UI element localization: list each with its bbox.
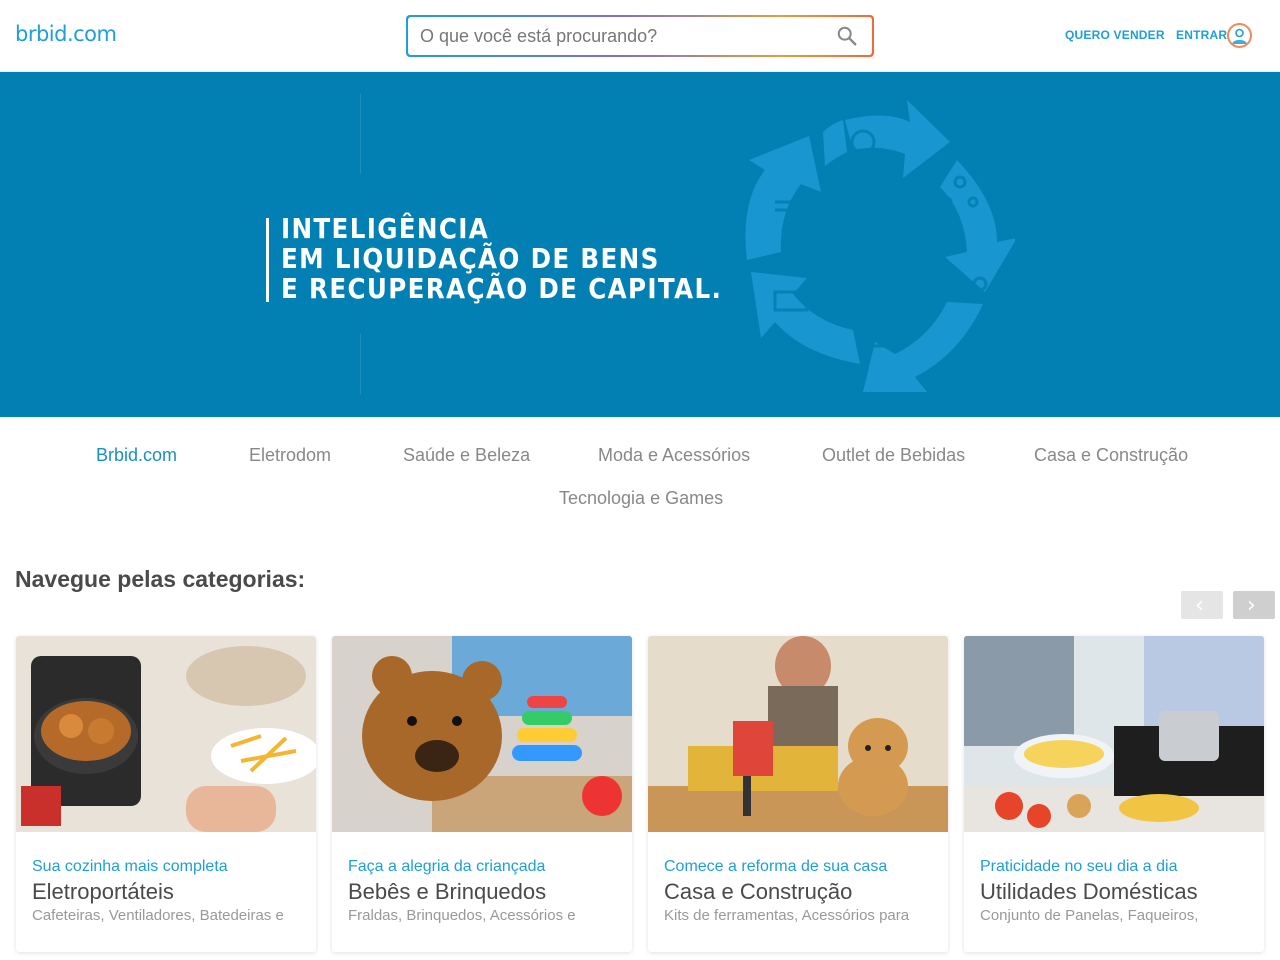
- card-title: Eletroportáteis: [32, 879, 174, 904]
- search-box-inner: [408, 17, 872, 55]
- chevron-left-icon: ‹: [1195, 593, 1204, 618]
- categories-heading: Navegue pelas categorias:: [15, 566, 306, 592]
- banner-divider: [360, 334, 361, 394]
- card-title: Utilidades Domésticas: [980, 879, 1198, 904]
- tab-casa-construcao[interactable]: Casa e Construção: [1034, 445, 1188, 466]
- category-card-utilidades-domesticas[interactable]: Praticidade no seu dia a dia Utilidades …: [964, 636, 1264, 952]
- card-description: Cafeteiras, Ventiladores, Batedeiras e: [32, 907, 284, 924]
- category-card-casa-construcao[interactable]: Comece a reforma de sua casa Casa e Cons…: [648, 636, 948, 952]
- card-description: Kits de ferramentas, Acessórios para: [664, 907, 910, 924]
- card-subtitle: Praticidade no seu dia a dia: [980, 858, 1178, 875]
- banner-line-2: EM LIQUIDAÇÃO DE BENS: [281, 242, 660, 275]
- tab-brbid[interactable]: Brbid.com: [96, 445, 177, 466]
- card-title: Casa e Construção: [664, 879, 853, 904]
- card-subtitle: Faça a alegria da criançada: [348, 858, 546, 875]
- user-icon: [1232, 28, 1247, 44]
- category-card-eletroportateis[interactable]: Sua cozinha mais completa Eletroportátei…: [16, 636, 316, 952]
- category-card-bebes-brinquedos[interactable]: Faça a alegria da criançada Bebês e Brin…: [332, 636, 632, 952]
- tab-moda-acessorios[interactable]: Moda e Acessórios: [598, 445, 750, 466]
- category-image: [16, 636, 316, 832]
- category-image: [648, 636, 948, 832]
- banner-headline: INTELIGÊNCIA EM LIQUIDAÇÃO DE BENS E REC…: [281, 214, 782, 304]
- site-header: brbid.com QUERO VENDER ENTRAR: [0, 0, 1280, 72]
- tab-tecnologia-games[interactable]: Tecnologia e Games: [559, 488, 723, 509]
- search-box: [406, 15, 874, 57]
- search-input[interactable]: [408, 17, 828, 55]
- login-link[interactable]: ENTRAR: [1176, 28, 1227, 42]
- category-image: [964, 636, 1264, 832]
- search-icon[interactable]: [836, 25, 858, 47]
- banner-accent-bar: [266, 218, 269, 302]
- recycle-cycle-icon: [745, 100, 1015, 392]
- sell-link[interactable]: QUERO VENDER: [1065, 28, 1165, 42]
- tab-saude-beleza[interactable]: Saúde e Beleza: [403, 445, 530, 466]
- logo[interactable]: brbid.com: [15, 22, 117, 46]
- tab-eletrodom[interactable]: Eletrodom: [249, 445, 331, 466]
- user-avatar-icon[interactable]: [1227, 23, 1252, 48]
- chevron-right-icon: ›: [1247, 593, 1256, 618]
- carousel-next-button[interactable]: ›: [1233, 591, 1275, 619]
- card-description: Fraldas, Brinquedos, Acessórios e: [348, 907, 576, 924]
- card-subtitle: Sua cozinha mais completa: [32, 858, 228, 875]
- hero-banner[interactable]: INTELIGÊNCIA EM LIQUIDAÇÃO DE BENS E REC…: [0, 72, 1280, 417]
- card-title: Bebês e Brinquedos: [348, 879, 547, 904]
- tab-outlet-bebidas[interactable]: Outlet de Bebidas: [822, 445, 965, 466]
- category-image: [332, 636, 632, 832]
- card-description: Conjunto de Panelas, Faqueiros,: [980, 907, 1199, 924]
- banner-line-3: E RECUPERAÇÃO DE CAPITAL.: [281, 272, 723, 305]
- card-subtitle: Comece a reforma de sua casa: [664, 858, 888, 875]
- banner-line-1: INTELIGÊNCIA: [281, 212, 490, 245]
- banner-divider: [360, 94, 361, 174]
- carousel-prev-button[interactable]: ‹: [1181, 591, 1223, 619]
